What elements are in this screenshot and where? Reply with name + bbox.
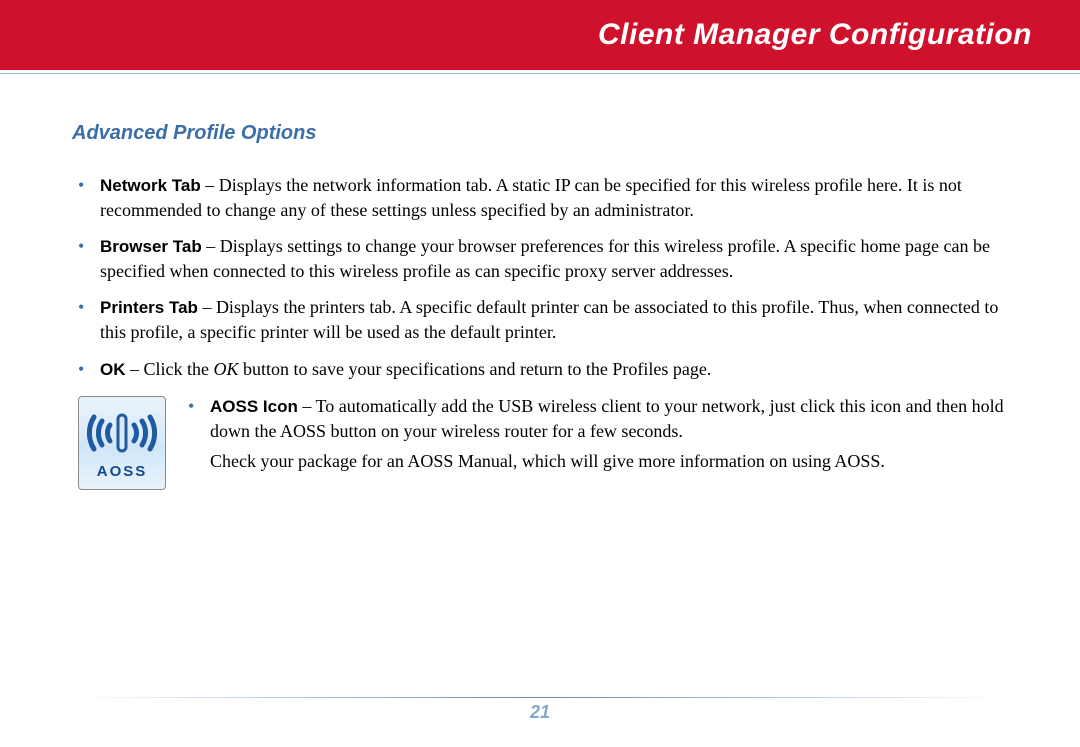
option-label: Network Tab [100,176,201,195]
aoss-icon: AOSS [78,396,166,490]
document-page: Client Manager Configuration Advanced Pr… [0,0,1080,747]
aoss-block: AOSS AOSS Icon – To automatically add th… [72,394,1008,490]
aoss-follow-text: Check your package for an AOSS Manual, w… [182,449,1008,473]
footer: 21 [0,697,1080,723]
option-label: Browser Tab [100,237,202,256]
header-band: Client Manager Configuration [0,0,1080,70]
option-ok: OK – Click the OK button to save your sp… [72,357,1008,382]
page-title: Client Manager Configuration [598,18,1032,52]
option-text: – Displays settings to change your brows… [100,236,990,281]
option-browser: Browser Tab – Displays settings to chang… [72,234,1008,283]
option-aoss: AOSS Icon – To automatically add the USB… [182,394,1008,443]
aoss-icon-caption: AOSS [97,463,148,480]
option-label: OK [100,360,126,379]
option-text-pre: – Click the [126,359,214,379]
option-label: AOSS Icon [210,397,298,416]
aoss-icon-container: AOSS [72,394,182,490]
aoss-list: AOSS Icon – To automatically add the USB… [182,394,1008,443]
option-text: – Displays the network information tab. … [100,175,962,220]
option-text: – Displays the printers tab. A specific … [100,297,998,342]
ok-italic-word: OK [214,359,239,379]
footer-rule [75,697,1005,698]
aoss-text-col: AOSS Icon – To automatically add the USB… [182,394,1008,474]
option-text-post: button to save your specifications and r… [239,359,712,379]
option-label: Printers Tab [100,298,198,317]
section-title: Advanced Profile Options [72,122,1008,145]
option-text: – To automatically add the USB wireless … [210,396,1004,441]
page-number: 21 [530,702,550,723]
options-list: Network Tab – Displays the network infor… [72,173,1008,382]
option-network: Network Tab – Displays the network infor… [72,173,1008,222]
option-printers: Printers Tab – Displays the printers tab… [72,295,1008,344]
aoss-antenna-icon [84,403,160,461]
content-area: Advanced Profile Options Network Tab – D… [0,74,1080,747]
